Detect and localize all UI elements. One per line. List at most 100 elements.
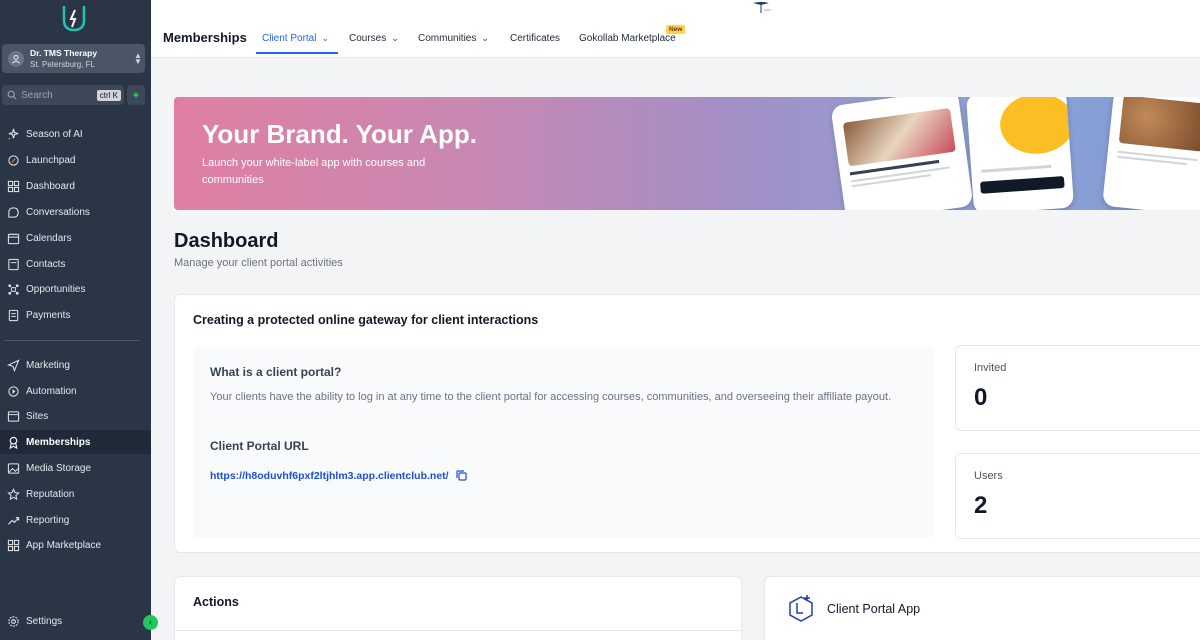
actions-divider <box>175 630 741 631</box>
chevron-down-icon: ⌄ <box>481 33 489 43</box>
sidebar-item-payments[interactable]: Payments <box>0 303 151 327</box>
collapse-sidebar-button[interactable]: ‹ <box>143 615 158 630</box>
sidebar-item-label: Reporting <box>26 514 70 526</box>
stat-invited: Invited 0 <box>955 345 1200 431</box>
page-title: Memberships <box>163 30 247 45</box>
company-logo-icon <box>753 2 771 13</box>
phone-mockup-cookies <box>1102 97 1200 210</box>
sidebar-item-reporting[interactable]: Reporting <box>0 508 151 532</box>
sidebar-item-label: Automation <box>26 385 77 397</box>
award-icon <box>9 436 18 449</box>
app-card-title: Client Portal App <box>827 602 921 616</box>
sidebar-item-label: Payments <box>26 309 71 321</box>
tab-gokollab-marketplace[interactable]: Gokollab Marketplace <box>579 33 676 44</box>
tab-label: Communities <box>418 33 477 44</box>
apps-icon <box>7 539 20 551</box>
tab-client-portal[interactable]: Client Portal ⌄ <box>262 33 329 44</box>
sidebar-item-label: Contacts <box>26 258 66 270</box>
star-icon <box>7 487 20 500</box>
account-name: Dr. TMS Therapy <box>30 47 98 58</box>
search-shortcut: ctrl K <box>96 89 121 101</box>
info-question: What is a client portal? <box>210 365 342 379</box>
sidebar-divider <box>5 340 140 341</box>
sidebar-item-season-of-ai[interactable]: Season of AI <box>0 122 151 146</box>
sidebar-item-label: Conversations <box>26 206 90 218</box>
client-portal-app-card[interactable]: Client Portal App <box>764 576 1200 640</box>
new-badge: New <box>666 25 686 34</box>
info-description: Your clients have the ability to log in … <box>210 391 892 403</box>
sidebar-item-reputation[interactable]: Reputation <box>0 482 151 506</box>
chevron-down-icon: ⌄ <box>391 33 399 43</box>
tab-label: Courses <box>349 33 387 44</box>
tab-label: Client Portal <box>262 33 317 44</box>
actions-card: Actions <box>174 576 742 640</box>
opportunities-icon <box>8 283 19 295</box>
portal-url-link[interactable]: https://h8oduvhf6pxf2ltjhlm3.app.clientc… <box>210 470 449 482</box>
sidebar-item-memberships[interactable]: Memberships <box>0 430 151 454</box>
sidebar-item-label: Media Storage <box>26 462 92 474</box>
user-icon <box>8 50 24 67</box>
tab-certificates[interactable]: Certificates <box>510 33 560 44</box>
dashboard-subtitle: Manage your client portal activities <box>174 257 343 269</box>
brand-logo-icon[interactable] <box>58 2 90 34</box>
tab-communities[interactable]: Communities ⌄ <box>418 33 489 44</box>
portal-url-label: Client Portal URL <box>210 439 309 453</box>
sidebar-item-label: Dashboard <box>26 180 75 192</box>
calendar-icon <box>7 233 20 244</box>
search-icon <box>7 90 17 100</box>
tab-courses[interactable]: Courses ⌄ <box>349 33 399 44</box>
sidebar-item-label: Reputation <box>26 488 75 500</box>
stat-label: Invited <box>974 362 1007 374</box>
search-placeholder: Search <box>21 89 53 101</box>
banner-subtitle: Launch your white-label app with courses… <box>202 157 426 186</box>
chat-icon <box>8 206 19 218</box>
automation-icon <box>8 385 19 397</box>
phone-mockup-cake <box>830 97 974 210</box>
sidebar-item-label: App Marketplace <box>26 539 102 551</box>
sidebar-item-marketing[interactable]: Marketing <box>0 353 151 377</box>
tab-label: Certificates <box>510 33 561 44</box>
payments-icon <box>8 309 19 321</box>
actions-title: Actions <box>193 595 239 609</box>
sidebar: Dr. TMS Therapy St. Petersburg, FL ▲ ▼ Se… <box>0 0 158 640</box>
sidebar-item-label: Calendars <box>26 232 72 244</box>
sidebar-item-label: Marketing <box>26 359 70 371</box>
sites-icon <box>7 410 20 422</box>
sidebar-item-opportunities[interactable]: Opportunities <box>0 277 151 301</box>
banner-title: Your Brand. Your App. <box>202 119 477 149</box>
gear-icon <box>8 615 19 627</box>
copy-icon[interactable] <box>455 469 468 482</box>
sidebar-item-settings[interactable]: Settings <box>0 609 151 633</box>
chevron-updown-icon: ▲ ▼ <box>134 50 142 66</box>
search-input[interactable]: Search ctrl K <box>2 85 124 105</box>
chevron-down-icon: ⌄ <box>321 33 330 43</box>
top-navigation: Memberships Client Portal ⌄ Courses ⌄ Comm… <box>151 0 1200 58</box>
send-icon <box>7 358 20 372</box>
rocket-icon <box>8 154 19 166</box>
sidebar-item-contacts[interactable]: Contacts <box>0 252 151 276</box>
trend-icon <box>7 516 20 525</box>
ai-sparkle-button[interactable]: ✦ <box>127 85 145 105</box>
sidebar-item-label: Settings <box>26 615 63 627</box>
dashboard-title: Dashboard <box>174 230 279 252</box>
image-icon <box>7 462 20 474</box>
sidebar-item-label: Sites <box>26 410 49 422</box>
promo-banner[interactable]: Your Brand. Your App. Launch your white-… <box>174 97 1200 210</box>
active-tab-indicator <box>256 52 338 54</box>
stat-label: Users <box>974 470 1003 482</box>
sidebar-item-automation[interactable]: Automation <box>0 379 151 403</box>
sidebar-item-label: Opportunities <box>26 283 86 295</box>
sidebar-item-media-storage[interactable]: Media Storage <box>0 456 151 480</box>
account-switcher[interactable]: Dr. TMS Therapy St. Petersburg, FL ▲ ▼ <box>2 44 145 73</box>
card-heading: Creating a protected online gateway for … <box>193 313 539 327</box>
sidebar-item-launchpad[interactable]: Launchpad <box>0 148 151 172</box>
sidebar-item-dashboard[interactable]: Dashboard <box>0 174 151 198</box>
sidebar-item-label: Memberships <box>26 436 91 448</box>
sidebar-item-label: Launchpad <box>26 154 76 166</box>
stat-users: Users 2 <box>955 453 1200 539</box>
sidebar-item-conversations[interactable]: Conversations <box>0 200 151 224</box>
sidebar-item-app-marketplace[interactable]: App Marketplace <box>0 533 151 557</box>
sidebar-item-sites[interactable]: Sites <box>0 404 151 428</box>
sidebar-item-calendars[interactable]: Calendars <box>0 226 151 250</box>
contacts-icon <box>8 258 19 270</box>
